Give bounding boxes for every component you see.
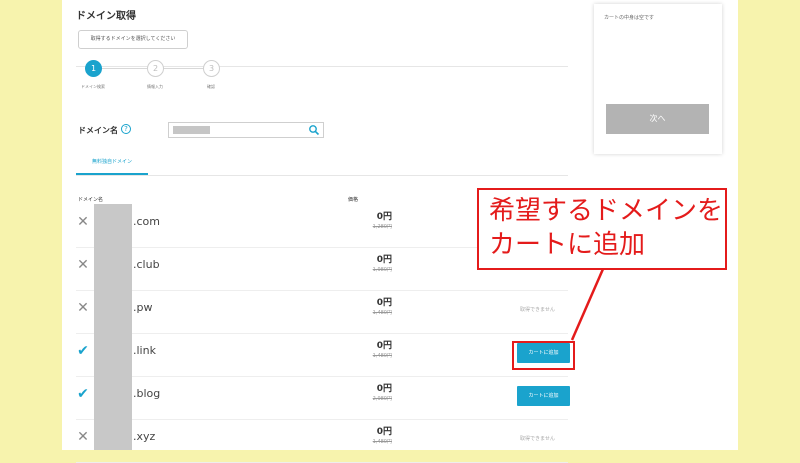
x-mark-icon: ✕ — [77, 300, 89, 316]
original-price: 1,280円 — [372, 224, 392, 230]
column-header-domain: ドメイン名 — [78, 197, 104, 203]
step-1-label: ドメイン検索 — [81, 84, 105, 89]
table-row: ✕ .xyz 0円 1,480円 取得できません — [76, 419, 568, 463]
original-price: 1,480円 — [372, 353, 392, 359]
column-header-price: 価格 — [348, 197, 359, 203]
unavailable-status: 取得できません — [520, 307, 555, 313]
select-domain-hint-button[interactable]: 取得するドメインを選択してください — [78, 30, 188, 49]
checkmark-icon: ✔ — [77, 343, 89, 359]
domain-tld: .link — [133, 344, 156, 357]
annotation-callout: 希望するドメインを カートに追加 — [477, 188, 727, 270]
domain-tld: .pw — [133, 301, 153, 314]
tab-free-domain[interactable]: 無料独自ドメイン — [76, 158, 148, 165]
price: 0円 — [376, 255, 392, 265]
original-price: 1,480円 — [372, 310, 392, 316]
domain-tld: .club — [133, 258, 160, 271]
cart-empty-text: カートの中身は空です — [604, 15, 655, 21]
step-1-indicator: 1 — [85, 60, 102, 77]
step-connector — [101, 68, 147, 69]
step-2-indicator: 2 — [147, 60, 164, 77]
search-icon[interactable] — [308, 124, 320, 136]
cart-panel: カートの中身は空です 次へ — [594, 4, 722, 154]
unavailable-status: 取得できません — [520, 436, 555, 442]
step-connector — [163, 68, 203, 69]
annotation-line-1: 希望するドメインを — [489, 196, 724, 226]
price: 0円 — [376, 212, 392, 222]
domain-tld: .com — [133, 215, 160, 228]
original-price: 1,480円 — [372, 439, 392, 445]
help-icon[interactable]: ? — [121, 124, 131, 134]
price: 0円 — [376, 341, 392, 351]
step-3-label: 確認 — [207, 84, 215, 89]
table-row: ✔ .link 0円 1,480円 カートに追加 — [76, 333, 570, 377]
original-price: 2,980円 — [372, 396, 392, 402]
domain-search-input[interactable] — [168, 122, 324, 138]
domain-tld: .blog — [133, 387, 161, 400]
original-price: 1,980円 — [372, 267, 392, 273]
domain-tld: .xyz — [133, 430, 156, 443]
x-mark-icon: ✕ — [77, 429, 89, 445]
price: 0円 — [376, 298, 392, 308]
annotation-line-2: カートに追加 — [489, 230, 646, 260]
price: 0円 — [376, 384, 392, 394]
add-to-cart-button[interactable]: カートに追加 — [517, 386, 570, 406]
step-2-label: 情報入力 — [147, 84, 163, 89]
x-mark-icon: ✕ — [77, 214, 89, 230]
price: 0円 — [376, 427, 392, 437]
next-button[interactable]: 次へ — [606, 104, 709, 134]
checkmark-icon: ✔ — [77, 386, 89, 402]
redacted-domain-names — [94, 204, 132, 450]
redacted-domain-text — [173, 126, 210, 134]
table-row: ✕ .pw 0円 1,480円 取得できません — [76, 290, 568, 334]
annotation-highlight-box — [512, 341, 575, 370]
tab-divider — [76, 175, 568, 176]
step-3-indicator: 3 — [203, 60, 220, 77]
table-row: ✔ .blog 0円 2,980円 カートに追加 — [76, 376, 570, 420]
page-title: ドメイン取得 — [76, 11, 136, 22]
domain-name-label: ドメイン名 — [78, 126, 118, 135]
x-mark-icon: ✕ — [77, 257, 89, 273]
